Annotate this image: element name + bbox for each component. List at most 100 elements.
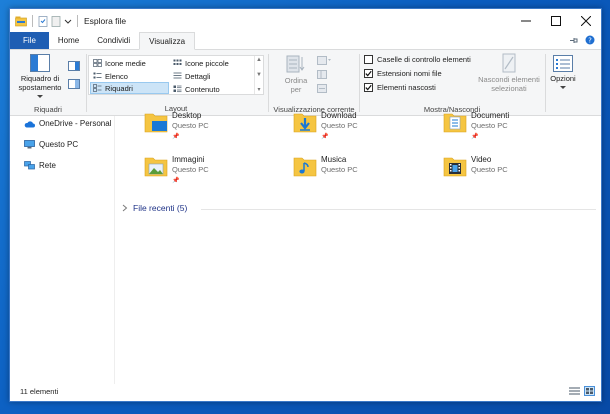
maximize-button[interactable] <box>541 9 571 33</box>
file-explorer-window: Esplora file File Home Condividi Visuali… <box>9 8 602 402</box>
item-checkboxes-checkbox[interactable] <box>364 55 373 64</box>
group-by-icon[interactable] <box>317 56 331 65</box>
quick-access-toolbar <box>10 9 80 33</box>
desktop-folder-icon <box>144 113 168 133</box>
layout-content[interactable]: Contenuto <box>171 83 253 95</box>
network-icon <box>24 161 35 170</box>
tab-view[interactable]: Visualizza <box>139 32 196 50</box>
file-extensions-toggle[interactable]: Estensioni nomi file <box>364 69 442 78</box>
pin-ribbon-icon[interactable] <box>569 36 578 45</box>
folder-tile-music[interactable]: Musica Questo PC <box>293 155 358 177</box>
file-extensions-checkbox[interactable] <box>364 69 373 78</box>
size-columns-icon[interactable] <box>317 84 331 93</box>
group-separator <box>86 54 87 112</box>
new-folder-icon[interactable] <box>51 15 61 27</box>
chevron-down-icon[interactable] <box>64 17 72 25</box>
recent-files-label: File recenti (5) <box>133 203 188 213</box>
large-icons-view-icon[interactable] <box>584 386 595 396</box>
small-icons-icon <box>173 59 182 65</box>
ribbon-group-panes: Riquadro di spostamento Riquadri <box>10 50 86 116</box>
chevron-down-icon <box>560 86 566 89</box>
chevron-down-icon <box>37 95 43 98</box>
ribbon-tabs: File Home Condividi Visualizza ? <box>10 32 601 50</box>
download-folder-icon <box>293 113 317 133</box>
item-checkboxes-toggle[interactable]: Caselle di controllo elementi <box>364 55 471 64</box>
layout-tiles[interactable]: Riquadri <box>90 82 169 94</box>
add-columns-icon[interactable] <box>317 70 331 79</box>
nav-item-label: OneDrive - Personal <box>39 119 112 128</box>
tab-home[interactable]: Home <box>49 32 88 49</box>
hidden-items-toggle[interactable]: Elementi nascosti <box>364 83 436 92</box>
minimize-button[interactable] <box>511 9 541 33</box>
tile-name: Musica <box>321 155 347 164</box>
minimize-icon <box>521 20 531 22</box>
close-icon <box>581 16 591 26</box>
group-header-divider <box>201 209 596 210</box>
group-separator <box>545 54 546 112</box>
hidden-items-checkbox[interactable] <box>364 83 373 92</box>
scroll-up-icon[interactable]: ▲ <box>256 57 262 63</box>
sort-by-button[interactable]: Ordina per <box>283 54 309 94</box>
status-bar: 11 elementi <box>10 382 601 401</box>
close-button[interactable] <box>571 9 601 33</box>
folder-tile-documents[interactable]: Documenti Questo PC 📌 <box>443 111 509 142</box>
svg-text:?: ? <box>588 37 592 45</box>
group-label-panes: Riquadri <box>34 105 62 114</box>
hide-selected-icon <box>502 53 516 73</box>
nav-item-this-pc[interactable]: Questo PC <box>24 140 78 149</box>
layout-medium-icons[interactable]: Icone medie <box>91 57 169 69</box>
hide-selected-button[interactable]: Nascondi elementi selezionati <box>476 53 542 93</box>
sort-by-label-2: per <box>290 85 302 94</box>
layout-details[interactable]: Dettagli <box>171 70 253 82</box>
checkmark-icon <box>365 70 372 77</box>
tile-location: Questo PC <box>471 165 508 174</box>
nav-item-onedrive[interactable]: OneDrive - Personal <box>24 119 111 128</box>
title-bar: Esplora file <box>10 9 601 33</box>
options-label: Opzioni <box>550 74 576 83</box>
navigation-pane-label-1: Riquadro di <box>20 74 60 83</box>
window-controls <box>511 9 601 33</box>
layout-gallery-scroll[interactable]: ▲ ▼ ▾ <box>254 56 263 94</box>
help-icon[interactable]: ? <box>585 35 595 45</box>
tile-location: Questo PC <box>172 165 209 174</box>
navigation-pane-button[interactable]: Riquadro di spostamento <box>14 54 66 101</box>
chevron-right-icon <box>122 204 128 212</box>
tile-name: Download <box>321 111 357 120</box>
item-count: 11 elementi <box>20 387 59 396</box>
layout-gallery: Icone medie Icone piccole Elenco Dettagl… <box>88 55 264 95</box>
tab-file[interactable]: File <box>10 32 49 49</box>
expand-gallery-icon[interactable]: ▾ <box>257 86 260 93</box>
properties-icon[interactable] <box>38 15 48 27</box>
details-pane-icon[interactable] <box>68 79 80 89</box>
layout-list[interactable]: Elenco <box>91 70 169 82</box>
ribbon-group-current-view: Ordina per Visualizzazione corrente <box>269 50 359 116</box>
content-pane: Desktop Questo PC 📌 Download Questo PC 📌 <box>116 111 603 384</box>
preview-pane-icon[interactable] <box>68 61 80 71</box>
tab-share[interactable]: Condividi <box>88 32 139 49</box>
nav-item-network[interactable]: Rete <box>24 161 56 170</box>
layout-small-icons[interactable]: Icone piccole <box>171 57 253 69</box>
ribbon-group-show-hide: Caselle di controllo elementi Estensioni… <box>360 50 544 116</box>
tile-location: Questo PC <box>321 121 358 130</box>
scroll-down-icon[interactable]: ▼ <box>256 72 262 78</box>
folder-tile-pictures[interactable]: Immagini Questo PC 📌 <box>144 155 209 186</box>
navigation-pane-icon <box>30 54 50 72</box>
folder-tile-download[interactable]: Download Questo PC 📌 <box>293 111 358 142</box>
videos-folder-icon <box>443 157 467 177</box>
folder-tile-desktop[interactable]: Desktop Questo PC 📌 <box>144 111 209 142</box>
tile-name: Documenti <box>471 111 510 120</box>
toolbar-separator <box>32 15 33 27</box>
details-view-icon[interactable] <box>569 386 580 396</box>
pin-icon: 📌 <box>471 134 479 140</box>
hide-selected-label-2: selezionati <box>491 84 527 93</box>
window-title: Esplora file <box>84 16 127 26</box>
documents-folder-icon <box>443 113 467 133</box>
recent-files-group-header[interactable]: File recenti (5) <box>122 203 187 213</box>
pin-icon: 📌 <box>321 134 329 140</box>
tile-name: Video <box>471 155 492 164</box>
sort-by-label-1: Ordina <box>284 76 308 85</box>
options-button[interactable]: Opzioni <box>548 55 578 92</box>
nav-item-label: Rete <box>39 161 56 170</box>
view-switcher <box>569 386 595 396</box>
folder-tile-videos[interactable]: Video Questo PC <box>443 155 508 177</box>
